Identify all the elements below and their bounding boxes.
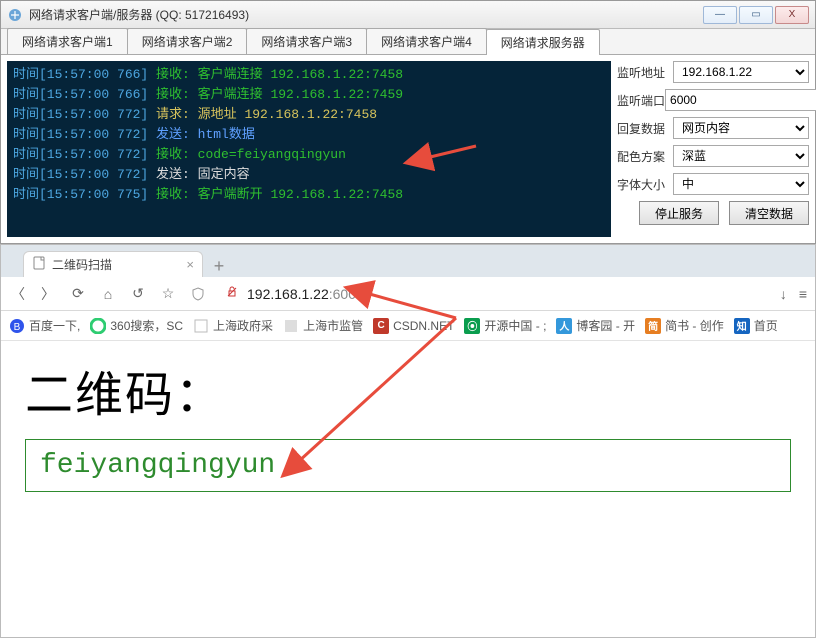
- log-row: 时间[15:57:00 772] 请求: 源地址 192.168.1.22:74…: [13, 105, 605, 125]
- bookmark-label: 上海政府采: [213, 317, 273, 334]
- log-row: 时间[15:57:00 772] 发送: html数据: [13, 125, 605, 145]
- bookmark-item[interactable]: B 百度一下,: [9, 317, 80, 334]
- side-panel: 监听地址 192.168.1.22 监听端口 回复数据 网页内容 配色方案 深蓝…: [617, 61, 809, 237]
- browser-tab-title: 二维码扫描: [52, 256, 112, 273]
- bookmark-label: 开源中国 - ;: [484, 317, 546, 334]
- home-button[interactable]: ⌂: [99, 285, 117, 303]
- shield-icon[interactable]: [189, 285, 207, 303]
- insecure-lock-icon: [223, 285, 241, 299]
- log-row: 时间[15:57:00 772] 发送: 固定内容: [13, 165, 605, 185]
- tab-2[interactable]: 网络请求客户端3: [246, 28, 367, 54]
- bookmark-icon: [193, 318, 209, 334]
- new-tab-button[interactable]: +: [205, 255, 233, 277]
- font-size-label: 字体大小: [617, 176, 673, 193]
- page-heading: 二维码：: [25, 355, 791, 425]
- log-row: 时间[15:57:00 766] 接收: 客户端连接 192.168.1.22:…: [13, 65, 605, 85]
- listen-addr-select[interactable]: 192.168.1.22: [673, 61, 809, 83]
- bookmark-icon: [90, 318, 106, 334]
- url-host: 192.168.1.22: [247, 286, 329, 302]
- back-button[interactable]: 〈: [9, 285, 27, 303]
- listen-addr-label: 监听地址: [617, 64, 673, 81]
- tab-close-icon[interactable]: ×: [186, 257, 194, 272]
- menu-button[interactable]: ≡: [799, 286, 807, 302]
- bookmark-label: 首页: [754, 317, 778, 334]
- tab-3[interactable]: 网络请求客户端4: [366, 28, 487, 54]
- url-port: :6000: [329, 286, 364, 302]
- browser-window: 二维码扫描 × + 〈 〉 ⟳ ⌂ ↺ ☆ 192.168.1.22:6000 …: [0, 244, 816, 638]
- bookmark-icon: 简: [645, 318, 661, 334]
- minimize-button[interactable]: —: [703, 6, 737, 24]
- refresh-button[interactable]: ⟳: [69, 285, 87, 303]
- tabs: 网络请求客户端1网络请求客户端2网络请求客户端3网络请求客户端4网络请求服务器: [1, 29, 815, 55]
- result-text: feiyangqingyun: [40, 450, 776, 481]
- tab-4[interactable]: 网络请求服务器: [486, 29, 600, 55]
- bookmark-item[interactable]: 人博客园 - 开: [556, 317, 635, 334]
- download-button[interactable]: ↓: [780, 286, 787, 302]
- theme-label: 配色方案: [617, 148, 673, 165]
- url-bar[interactable]: 192.168.1.22:6000: [223, 285, 768, 302]
- bookmark-item[interactable]: 知首页: [734, 317, 778, 334]
- theme-select[interactable]: 深蓝: [673, 145, 809, 167]
- log-row: 时间[15:57:00 766] 接收: 客户端连接 192.168.1.22:…: [13, 85, 605, 105]
- svg-text:B: B: [14, 322, 21, 333]
- bookmark-item[interactable]: ⦿开源中国 - ;: [464, 317, 546, 334]
- bookmark-icon: C: [373, 318, 389, 334]
- app-icon: [7, 7, 23, 23]
- reply-data-select[interactable]: 网页内容: [673, 117, 809, 139]
- bookmark-label: 360搜索，SC: [110, 317, 183, 334]
- browser-tab[interactable]: 二维码扫描 ×: [23, 251, 203, 277]
- result-box: feiyangqingyun: [25, 439, 791, 492]
- clear-data-button[interactable]: 清空数据: [729, 201, 809, 225]
- bookmark-item[interactable]: 360搜索，SC: [90, 317, 183, 334]
- page-icon: [32, 256, 46, 273]
- tab-0[interactable]: 网络请求客户端1: [7, 28, 128, 54]
- console: 时间[15:57:00 766] 接收: 客户端连接 192.168.1.22:…: [7, 61, 611, 237]
- browser-tab-strip: 二维码扫描 × +: [1, 245, 815, 277]
- maximize-button[interactable]: ▭: [739, 6, 773, 24]
- app-window: 网络请求客户端/服务器 (QQ: 517216493) — ▭ X 网络请求客户…: [0, 0, 816, 244]
- bookmark-icon: ⦿: [464, 318, 480, 334]
- bookmark-item[interactable]: 简简书 - 创作: [645, 317, 724, 334]
- bookmark-icon: [283, 318, 299, 334]
- window-controls: — ▭ X: [703, 6, 809, 24]
- bookmark-item[interactable]: 上海市监管: [283, 317, 363, 334]
- page-content: 二维码： feiyangqingyun: [1, 341, 815, 637]
- bookmark-icon: 人: [556, 318, 572, 334]
- bookmark-label: 博客园 - 开: [576, 317, 635, 334]
- bookmark-icon: 知: [734, 318, 750, 334]
- reply-data-label: 回复数据: [617, 120, 673, 137]
- window-title: 网络请求客户端/服务器 (QQ: 517216493): [29, 6, 703, 23]
- bookmarks-bar: B 百度一下, 360搜索，SC 上海政府采 上海市监管 C CSDN.NET ⦿开源中国 -…: [1, 311, 815, 341]
- forward-button[interactable]: 〉: [39, 285, 57, 303]
- pane: 时间[15:57:00 766] 接收: 客户端连接 192.168.1.22:…: [1, 55, 815, 243]
- font-size-select[interactable]: 中: [673, 173, 809, 195]
- tab-1[interactable]: 网络请求客户端2: [127, 28, 248, 54]
- browser-toolbar: 〈 〉 ⟳ ⌂ ↺ ☆ 192.168.1.22:6000 ↓ ≡: [1, 277, 815, 311]
- bookmark-label: 百度一下,: [29, 317, 80, 334]
- log-row: 时间[15:57:00 772] 接收: code=feiyangqingyun: [13, 145, 605, 165]
- bookmark-label: 简书 - 创作: [665, 317, 724, 334]
- listen-port-input[interactable]: [665, 89, 816, 111]
- bookmark-item[interactable]: 上海政府采: [193, 317, 273, 334]
- listen-port-label: 监听端口: [617, 92, 665, 109]
- titlebar: 网络请求客户端/服务器 (QQ: 517216493) — ▭ X: [1, 1, 815, 29]
- bookmark-label: CSDN.NET: [393, 319, 454, 333]
- log-row: 时间[15:57:00 775] 接收: 客户端断开 192.168.1.22:…: [13, 185, 605, 205]
- stop-service-button[interactable]: 停止服务: [639, 201, 719, 225]
- bookmark-item[interactable]: C CSDN.NET: [373, 318, 454, 334]
- bookmark-icon: B: [9, 318, 25, 334]
- undo-nav-button[interactable]: ↺: [129, 285, 147, 303]
- close-button[interactable]: X: [775, 6, 809, 24]
- bookmark-label: 上海市监管: [303, 317, 363, 334]
- favorite-button[interactable]: ☆: [159, 285, 177, 303]
